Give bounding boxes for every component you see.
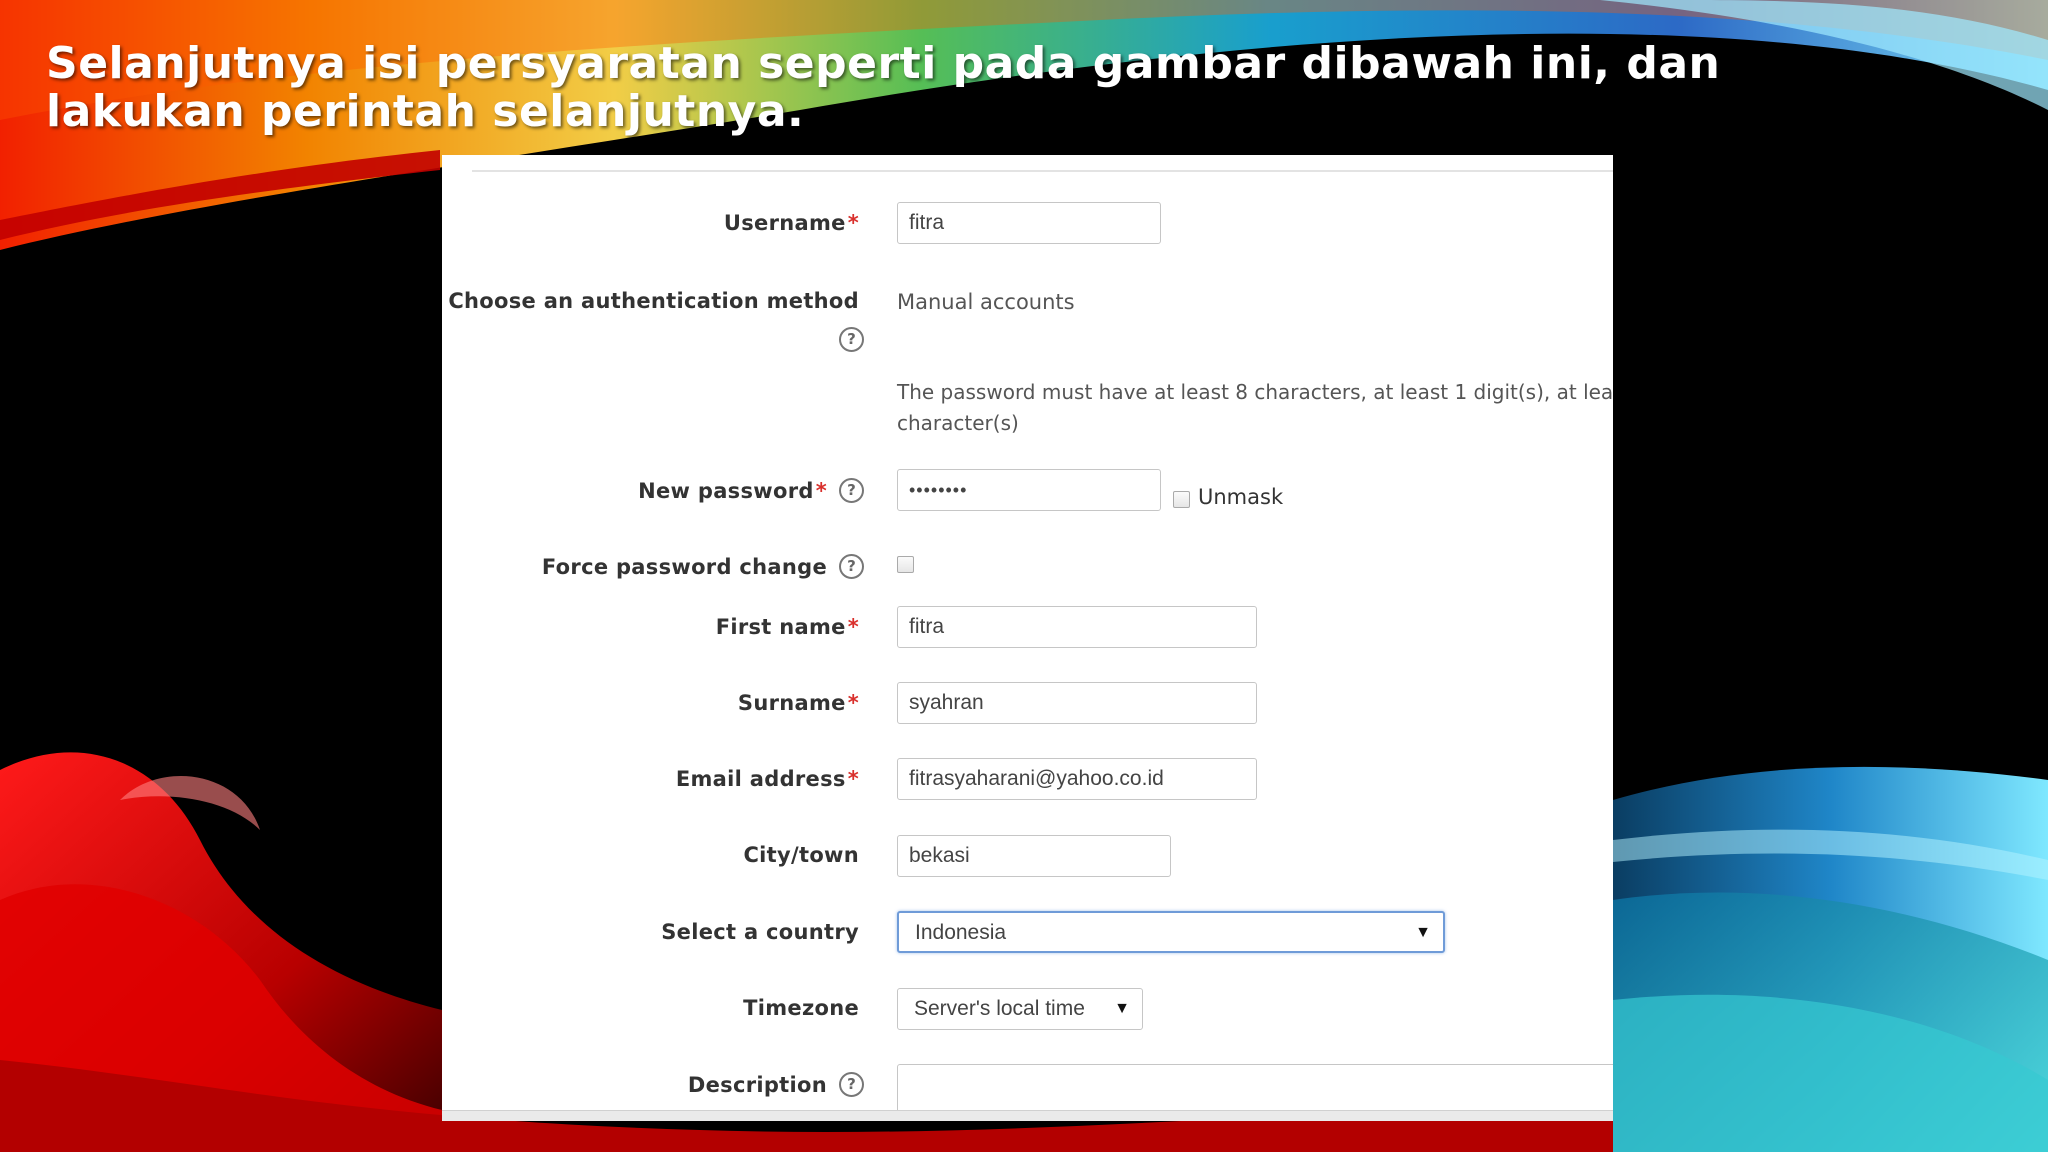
new-password-label-text: New password [638,479,814,503]
first-name-label-text: First name [715,615,846,639]
unmask-label: Unmask [1198,485,1284,509]
city-input[interactable]: bekasi [897,835,1171,877]
timezone-label: Timezone [743,996,859,1020]
description-label: Description [687,1073,827,1097]
horizontal-scrollbar[interactable] [442,1110,1613,1121]
unmask-checkbox[interactable] [1173,491,1190,508]
password-policy-line2: character(s) [897,411,1019,435]
required-marker: * [847,691,859,715]
help-icon[interactable]: ? [839,1072,864,1097]
help-icon[interactable]: ? [839,554,864,579]
timezone-select-value: Server's local time [914,997,1085,1020]
timezone-select[interactable]: Server's local time ▼ [897,988,1143,1030]
auth-method-value: Manual accounts [897,290,1075,314]
surname-label-text: Surname [737,691,846,715]
required-marker: * [847,211,859,235]
required-marker: * [847,615,859,639]
country-label: Select a country [661,920,859,944]
username-label-text: Username [723,211,846,235]
first-name-input[interactable]: fitra [897,606,1257,648]
country-select-value: Indonesia [915,921,1007,944]
dropdown-arrow-icon: ▼ [1114,1000,1130,1017]
email-label-text: Email address [675,767,846,791]
new-password-input[interactable]: •••••••• [897,469,1161,511]
force-password-change-checkbox[interactable] [897,556,914,573]
new-password-label: New password* [638,479,827,503]
divider [472,170,1613,172]
username-label: Username* [724,211,859,235]
first-name-label: First name* [716,615,859,639]
screenshot-panel: Username* fitra Choose an authentication… [442,155,1613,1121]
required-marker: * [847,767,859,791]
required-marker: * [815,479,827,503]
auth-method-label: Choose an authentication method [448,289,859,313]
email-input[interactable]: fitrasyaharani@yahoo.co.id [897,758,1257,800]
surname-label: Surname* [738,691,859,715]
surname-input[interactable]: syahran [897,682,1257,724]
help-icon[interactable]: ? [839,478,864,503]
help-icon[interactable]: ? [839,327,864,352]
city-label: City/town [743,843,859,867]
password-policy-line1: The password must have at least 8 charac… [897,380,1613,404]
country-select[interactable]: Indonesia ▼ [897,911,1445,953]
username-input[interactable]: fitra [897,202,1161,244]
force-password-change-label: Force password change [541,555,827,579]
email-label: Email address* [676,767,859,791]
dropdown-arrow-icon: ▼ [1415,924,1431,941]
slide-title: Selanjutnya isi persyaratan seperti pada… [46,38,1721,137]
